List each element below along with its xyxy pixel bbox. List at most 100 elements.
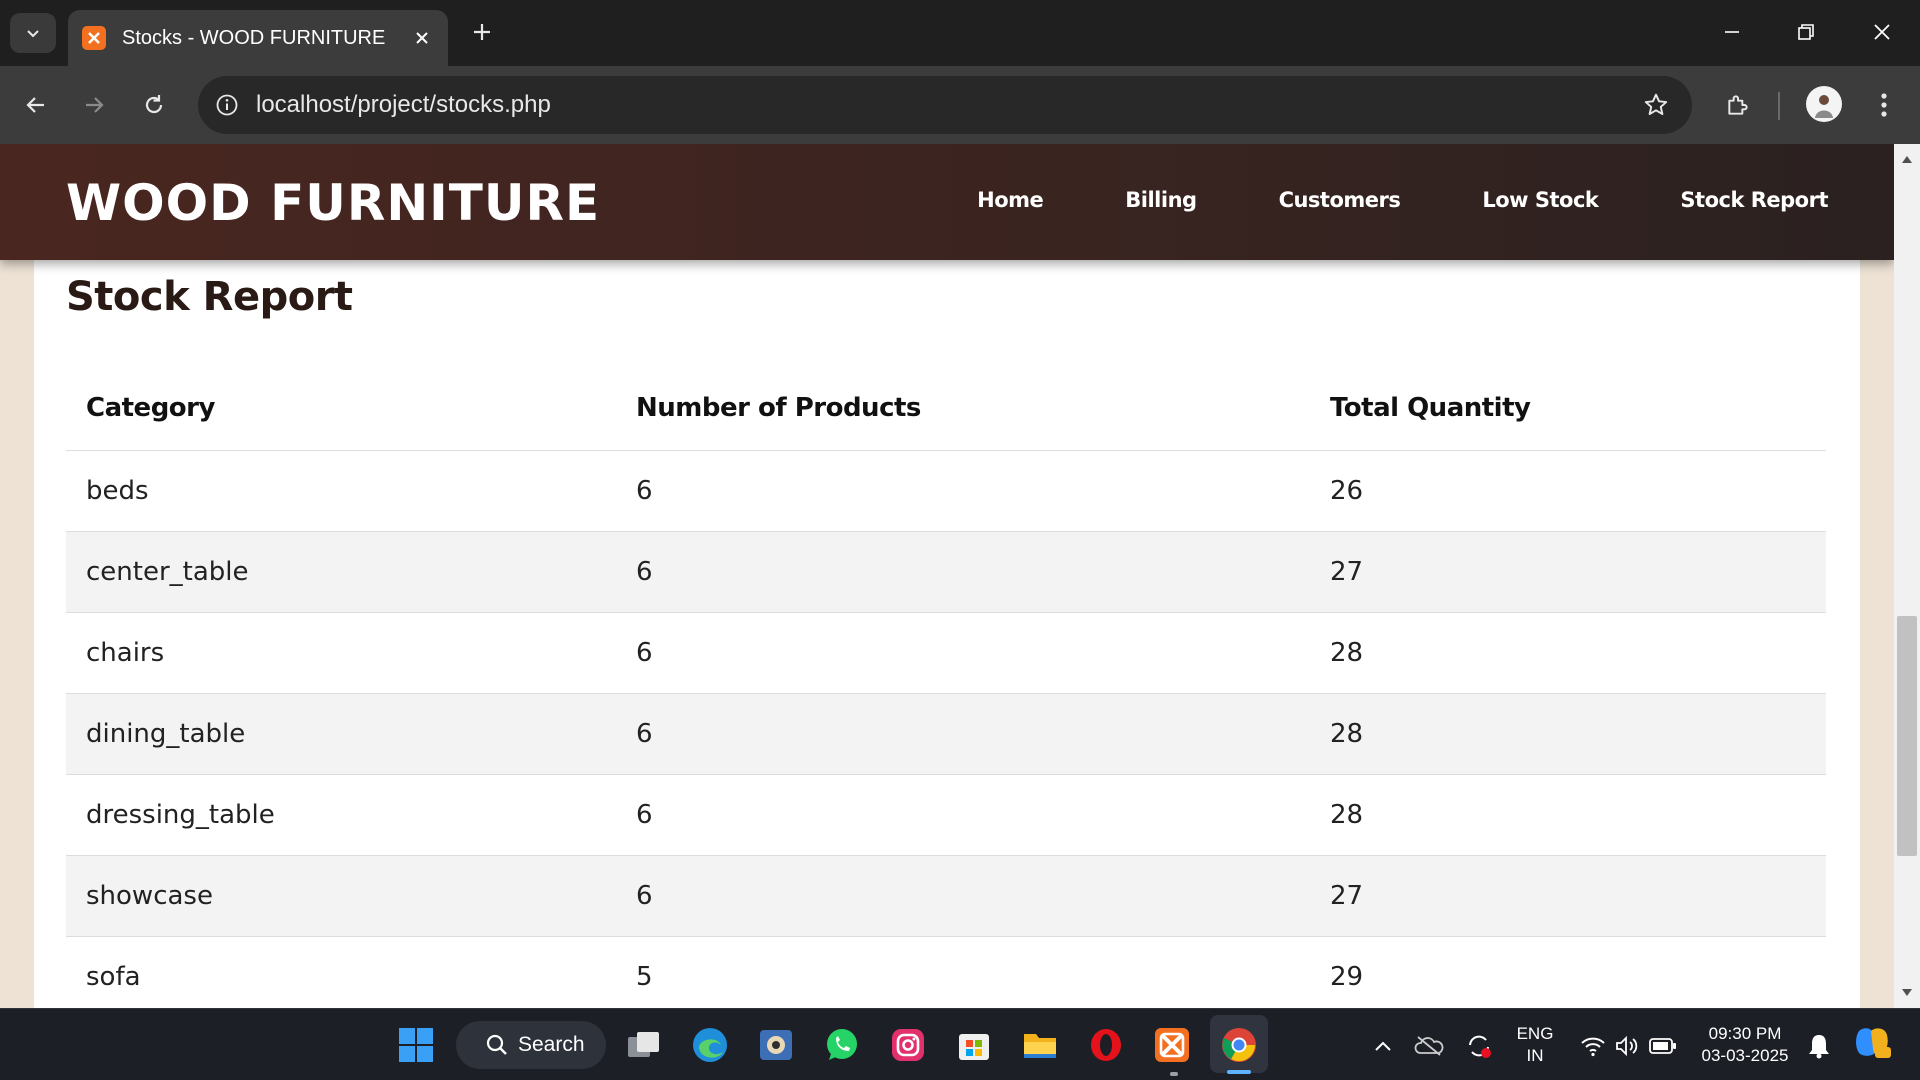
windows-taskbar: Search ENG IN 09:30 PM 03-03-2025 — [0, 1008, 1920, 1080]
minimize-icon — [1725, 31, 1739, 33]
column-header-category: Category — [66, 366, 616, 451]
cell-category: center_table — [66, 531, 616, 613]
opera-icon[interactable] — [1086, 1025, 1126, 1065]
cell-total-quantity: 26 — [1310, 450, 1826, 532]
edge-icon[interactable] — [690, 1025, 730, 1065]
cell-number-of-products: 6 — [616, 612, 1310, 694]
nav-stock-report[interactable]: Stock Report — [1680, 188, 1828, 212]
search-icon — [486, 1034, 507, 1055]
taskbar-search-label: Search — [518, 1033, 585, 1056]
forward-button[interactable] — [74, 85, 114, 125]
minimize-button[interactable] — [1712, 12, 1752, 52]
browser-toolbar: localhost/project/stocks.php — [0, 66, 1920, 144]
restore-icon — [1798, 24, 1814, 40]
file-explorer-icon[interactable] — [1020, 1025, 1060, 1065]
bell-icon[interactable] — [1804, 1031, 1834, 1061]
xampp-favicon-icon — [82, 26, 106, 50]
stock-report-table: Category Number of Products Total Quanti… — [66, 366, 1826, 1008]
cell-number-of-products: 6 — [616, 855, 1310, 937]
wifi-icon[interactable] — [1578, 1031, 1608, 1061]
scroll-down-arrow-icon[interactable] — [1894, 982, 1920, 1004]
onedrive-icon[interactable] — [1414, 1031, 1444, 1061]
window-close-button[interactable] — [1862, 12, 1902, 52]
copilot-icon[interactable] — [1852, 1027, 1892, 1058]
cell-category: sofa — [66, 936, 616, 1008]
clock[interactable]: 09:30 PM 03-03-2025 — [1692, 1023, 1798, 1067]
extensions-button[interactable] — [1718, 85, 1758, 125]
language-bottom: IN — [1526, 1046, 1544, 1065]
table-row: showcase 6 27 — [66, 855, 1826, 937]
vertical-scrollbar[interactable] — [1894, 144, 1920, 1008]
store-icon[interactable] — [954, 1025, 994, 1065]
cell-category: chairs — [66, 612, 616, 694]
cell-category: beds — [66, 450, 616, 532]
sync-icon[interactable] — [1464, 1031, 1494, 1061]
star-icon[interactable] — [1636, 85, 1676, 125]
forward-icon — [86, 97, 104, 113]
main-nav: Home Billing Customers Low Stock Stock R… — [977, 188, 1828, 212]
page-viewport: WOOD FURNITURE Home Billing Customers Lo… — [0, 144, 1920, 1008]
running-indicator — [1170, 1072, 1178, 1076]
active-app-indicator — [1227, 1070, 1251, 1074]
tab-title: Stocks - WOOD FURNITURE — [122, 26, 386, 49]
menu-button[interactable] — [1864, 85, 1904, 125]
cell-number-of-products: 6 — [616, 693, 1310, 775]
clock-time: 09:30 PM — [1708, 1024, 1782, 1043]
volume-icon[interactable] — [1612, 1031, 1642, 1061]
cell-number-of-products: 6 — [616, 774, 1310, 856]
column-header-number-of-products: Number of Products — [616, 366, 1310, 451]
cell-total-quantity: 28 — [1310, 774, 1826, 856]
more-vert-icon — [1881, 93, 1887, 117]
language-indicator[interactable]: ENG IN — [1510, 1023, 1560, 1067]
address-bar[interactable]: localhost/project/stocks.php — [198, 76, 1692, 134]
browser-tab-active[interactable]: Stocks - WOOD FURNITURE — [68, 10, 448, 66]
restore-button[interactable] — [1786, 12, 1826, 52]
table-row: center_table 6 27 — [66, 531, 1826, 613]
nav-billing[interactable]: Billing — [1125, 188, 1197, 212]
scroll-up-arrow-icon[interactable] — [1894, 148, 1920, 170]
nav-low-stock[interactable]: Low Stock — [1482, 188, 1599, 212]
browser-tab-strip: Stocks - WOOD FURNITURE — [0, 0, 1920, 66]
table-row: dressing_table 6 28 — [66, 774, 1826, 856]
url-text[interactable]: localhost/project/stocks.php — [256, 91, 1636, 119]
reload-icon — [145, 95, 163, 114]
table-row: sofa 5 29 — [66, 936, 1826, 1008]
cell-total-quantity: 29 — [1310, 936, 1826, 1008]
table-row: dining_table 6 28 — [66, 693, 1826, 775]
info-icon[interactable] — [212, 90, 242, 120]
cell-total-quantity: 27 — [1310, 531, 1826, 613]
battery-icon[interactable] — [1648, 1031, 1678, 1061]
brand-logo-text[interactable]: WOOD FURNITURE — [66, 174, 600, 232]
cell-category: dressing_table — [66, 774, 616, 856]
photo-app-icon[interactable] — [756, 1025, 796, 1065]
tab-search-button[interactable] — [10, 13, 56, 53]
cell-number-of-products: 5 — [616, 936, 1310, 1008]
reload-button[interactable] — [134, 85, 174, 125]
close-icon[interactable] — [410, 26, 434, 50]
cell-total-quantity: 28 — [1310, 612, 1826, 694]
back-icon — [26, 97, 44, 113]
instagram-icon[interactable] — [888, 1025, 928, 1065]
window-close-icon — [1874, 24, 1890, 40]
taskbar-search[interactable]: Search — [456, 1021, 606, 1069]
table-row: chairs 6 28 — [66, 612, 1826, 694]
scrollbar-thumb[interactable] — [1897, 616, 1917, 856]
start-icon[interactable] — [396, 1025, 436, 1065]
chevron-down-icon — [27, 30, 39, 38]
chevron-up-icon[interactable] — [1368, 1031, 1398, 1061]
back-button[interactable] — [16, 85, 56, 125]
new-tab-button[interactable] — [466, 16, 498, 48]
whatsapp-icon[interactable] — [822, 1025, 862, 1065]
language-top: ENG — [1516, 1024, 1554, 1043]
nav-home[interactable]: Home — [977, 188, 1044, 212]
profile-avatar[interactable] — [1806, 86, 1842, 122]
plus-icon — [474, 24, 490, 40]
chrome-icon[interactable] — [1219, 1025, 1259, 1065]
column-header-total-quantity: Total Quantity — [1310, 366, 1826, 451]
cell-total-quantity: 28 — [1310, 693, 1826, 775]
extensions-icon — [1728, 95, 1748, 115]
task-view-icon[interactable] — [624, 1025, 664, 1065]
nav-customers[interactable]: Customers — [1279, 188, 1401, 212]
xampp-icon[interactable] — [1152, 1025, 1192, 1065]
cell-number-of-products: 6 — [616, 531, 1310, 613]
